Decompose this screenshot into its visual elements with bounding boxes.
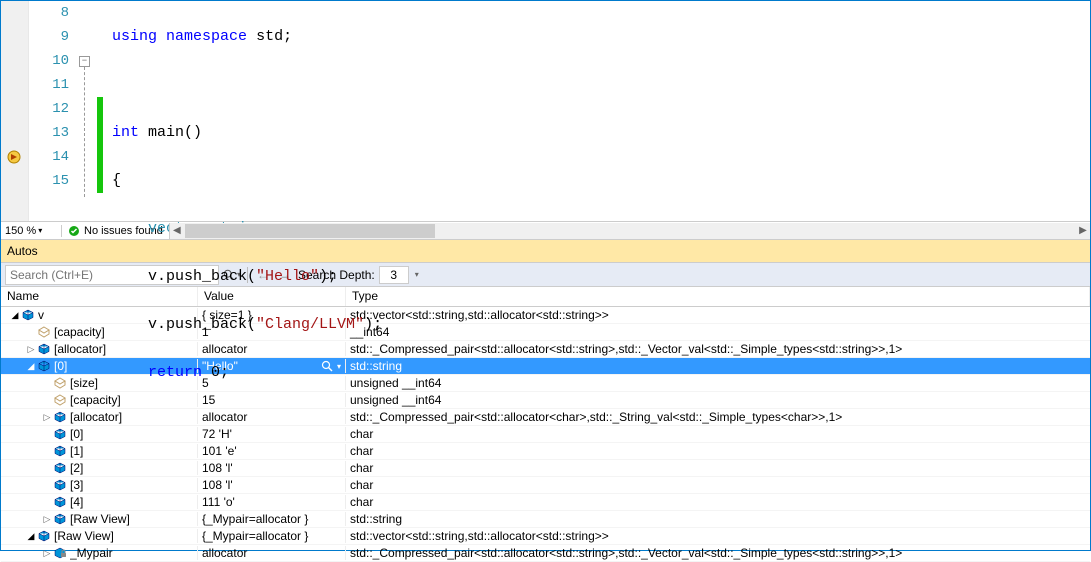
expand-spacer bbox=[41, 428, 53, 440]
variable-type: std::_Compressed_pair<std::allocator<std… bbox=[346, 546, 1090, 560]
variable-value[interactable]: 108 'l' bbox=[198, 461, 346, 475]
line-number: 13 bbox=[29, 121, 69, 145]
fold-line bbox=[84, 67, 85, 197]
check-circle-icon bbox=[68, 225, 80, 237]
variable-type: char bbox=[346, 444, 1090, 458]
variable-type: char bbox=[346, 461, 1090, 475]
cube-icon bbox=[53, 496, 67, 508]
line-number-gutter: 8 9 10 11 12 13 14 15 bbox=[29, 1, 79, 221]
fold-gutter[interactable]: − bbox=[79, 1, 97, 221]
variable-name: v bbox=[38, 308, 44, 322]
variable-name: [size] bbox=[70, 376, 98, 390]
variable-name: [3] bbox=[70, 478, 83, 492]
expand-spacer bbox=[41, 394, 53, 406]
breakpoint-gutter[interactable] bbox=[1, 1, 29, 221]
variable-row[interactable]: [3] 108 'l'char bbox=[1, 477, 1090, 494]
variable-name: [allocator] bbox=[54, 342, 106, 356]
code-editor[interactable]: 8 9 10 11 12 13 14 15 − using namespace … bbox=[1, 1, 1090, 221]
horizontal-scrollbar[interactable]: ◀ ▶ bbox=[169, 223, 1090, 239]
variable-name: [0] bbox=[54, 359, 67, 373]
prop-icon bbox=[53, 394, 67, 406]
variable-row[interactable]: ▷ [Raw View] {_Mypair=allocator }std::stri… bbox=[1, 511, 1090, 528]
line-number: 15 bbox=[29, 169, 69, 189]
variable-value[interactable]: 72 'H' bbox=[198, 427, 346, 441]
variable-value[interactable]: 111 'o' bbox=[198, 495, 346, 509]
expand-icon[interactable]: ▷ bbox=[25, 343, 37, 355]
expand-spacer bbox=[25, 326, 37, 338]
variable-type: char bbox=[346, 427, 1090, 441]
variable-type: std::string bbox=[346, 512, 1090, 526]
line-number: 12 bbox=[29, 97, 69, 121]
variable-name: [1] bbox=[70, 444, 83, 458]
variable-row[interactable]: [1] 101 'e'char bbox=[1, 443, 1090, 460]
line-number: 9 bbox=[29, 25, 69, 49]
line-number: 8 bbox=[29, 1, 69, 25]
variable-row[interactable]: ▷ _Mypair allocatorstd::_Compressed_pair<s… bbox=[1, 545, 1090, 562]
scroll-right-icon[interactable]: ▶ bbox=[1076, 224, 1090, 238]
variable-row[interactable]: [4] 111 'o'char bbox=[1, 494, 1090, 511]
expand-spacer bbox=[41, 462, 53, 474]
variable-value[interactable]: {_Mypair=allocator } bbox=[198, 512, 346, 526]
expand-spacer bbox=[41, 479, 53, 491]
collapse-icon[interactable]: ◢ bbox=[9, 309, 21, 321]
variable-value[interactable]: 108 'l' bbox=[198, 478, 346, 492]
code-area[interactable]: using namespace std; int main() { vector… bbox=[103, 1, 1090, 221]
variable-name: [0] bbox=[70, 427, 83, 441]
variable-value[interactable]: allocator bbox=[198, 546, 346, 560]
variable-name: _Mypair bbox=[70, 546, 113, 560]
scroll-thumb[interactable] bbox=[185, 224, 435, 238]
cube-icon bbox=[53, 428, 67, 440]
collapse-icon[interactable]: ◢ bbox=[25, 530, 37, 542]
change-indicator bbox=[97, 1, 103, 221]
cube-lock-icon bbox=[53, 547, 67, 559]
variable-type: char bbox=[346, 495, 1090, 509]
cube-icon bbox=[53, 513, 67, 525]
collapse-icon[interactable]: ◢ bbox=[25, 360, 37, 372]
fold-toggle-icon[interactable]: − bbox=[79, 56, 90, 67]
variable-type: std::vector<std::string,std::allocator<s… bbox=[346, 529, 1090, 543]
variable-name: [Raw View] bbox=[54, 529, 114, 543]
variable-value[interactable]: {_Mypair=allocator } bbox=[198, 529, 346, 543]
current-line-arrow-icon bbox=[6, 149, 22, 165]
cube-icon bbox=[37, 530, 51, 542]
line-number: 14 bbox=[29, 145, 69, 169]
cube-icon bbox=[53, 445, 67, 457]
line-number: 10 bbox=[29, 49, 69, 73]
cube-icon bbox=[53, 411, 67, 423]
cube-icon bbox=[53, 479, 67, 491]
cube-icon bbox=[37, 360, 51, 372]
variable-name: [Raw View] bbox=[70, 512, 130, 526]
variable-name: [4] bbox=[70, 495, 83, 509]
cube-icon bbox=[53, 462, 67, 474]
variable-row[interactable]: ◢ [Raw View] {_Mypair=allocator }std::vect… bbox=[1, 528, 1090, 545]
zoom-level[interactable]: 150 %▾ bbox=[1, 225, 61, 237]
variable-value[interactable]: 101 'e' bbox=[198, 444, 346, 458]
line-number: 11 bbox=[29, 73, 69, 97]
prop-icon bbox=[53, 377, 67, 389]
cube-icon bbox=[21, 309, 35, 321]
expand-icon[interactable]: ▷ bbox=[41, 411, 53, 423]
expand-icon[interactable]: ▷ bbox=[41, 513, 53, 525]
scroll-left-icon[interactable]: ◀ bbox=[170, 224, 184, 238]
cube-icon bbox=[37, 343, 51, 355]
variable-name: [capacity] bbox=[54, 325, 105, 339]
variable-type: char bbox=[346, 478, 1090, 492]
expand-icon[interactable]: ▷ bbox=[41, 547, 53, 559]
variable-row[interactable]: [2] 108 'l'char bbox=[1, 460, 1090, 477]
expand-spacer bbox=[41, 496, 53, 508]
prop-icon bbox=[37, 326, 51, 338]
expand-spacer bbox=[41, 445, 53, 457]
variable-name: [2] bbox=[70, 461, 83, 475]
expand-spacer bbox=[41, 377, 53, 389]
